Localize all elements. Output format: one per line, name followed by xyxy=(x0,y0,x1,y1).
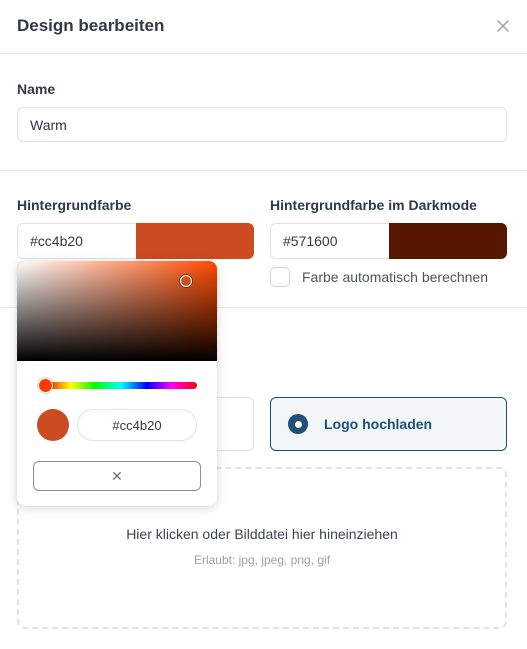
name-input[interactable] xyxy=(17,107,507,142)
logo-upload-option[interactable]: Logo hochladen xyxy=(270,397,507,451)
darkmode-color-row xyxy=(270,223,507,259)
saturation-handle[interactable] xyxy=(180,275,192,287)
color-picker-popover: ✕ xyxy=(17,261,217,506)
background-color-swatch[interactable] xyxy=(136,223,254,259)
name-label: Name xyxy=(17,81,56,97)
background-color-row xyxy=(17,223,254,259)
hex-input[interactable] xyxy=(77,409,197,441)
dialog-title: Design bearbeiten xyxy=(17,16,165,35)
section-divider xyxy=(0,170,527,171)
auto-calc-checkbox-row[interactable]: Farbe automatisch berechnen xyxy=(270,267,488,287)
clear-icon: ✕ xyxy=(111,467,123,484)
saturation-area[interactable] xyxy=(17,261,217,361)
color-preview xyxy=(37,409,69,441)
auto-calc-label: Farbe automatisch berechnen xyxy=(302,269,488,285)
clear-color-button[interactable]: ✕ xyxy=(33,461,201,491)
header-divider xyxy=(0,53,527,54)
dropzone-hint: Erlaubt: jpg, jpeg, png, gif xyxy=(193,553,331,567)
hue-slider[interactable] xyxy=(45,382,197,389)
logo-upload-label: Logo hochladen xyxy=(324,416,433,432)
close-icon[interactable] xyxy=(493,16,513,36)
background-color-label: Hintergrundfarbe xyxy=(17,197,132,213)
radio-selected-icon[interactable] xyxy=(288,414,308,434)
background-color-input[interactable] xyxy=(17,223,136,259)
auto-calc-checkbox[interactable] xyxy=(270,267,290,287)
darkmode-color-swatch[interactable] xyxy=(389,223,507,259)
hue-handle[interactable] xyxy=(38,378,53,393)
darkmode-color-label: Hintergrundfarbe im Darkmode xyxy=(270,197,477,213)
dropzone-text: Hier klicken oder Bilddatei hier hineinz… xyxy=(126,526,398,542)
darkmode-color-input[interactable] xyxy=(270,223,389,259)
